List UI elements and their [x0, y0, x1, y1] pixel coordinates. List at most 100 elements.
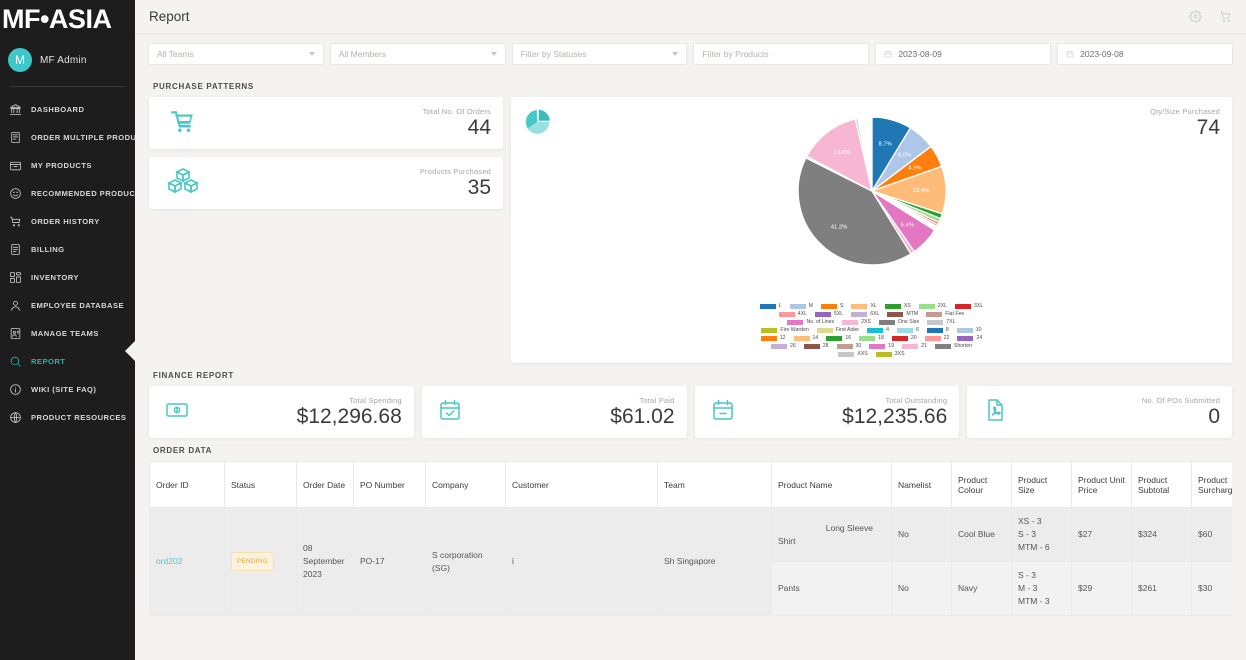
gear-icon[interactable] — [1188, 10, 1202, 24]
sidebar-nav: DASHBOARD ORDER MULTIPLE PRODUCTS MY PRODU… — [0, 95, 135, 431]
legend-item[interactable]: XXS — [838, 351, 868, 357]
sidebar-item-label: WIKI (SITE FAQ) — [31, 384, 97, 394]
legend-label: 10 — [975, 327, 982, 333]
legend-label: L — [778, 303, 782, 309]
sidebar-item-recommended-products[interactable]: RECOMMENDED PRODUCTS — [0, 179, 135, 207]
legend-item[interactable]: L — [759, 303, 782, 309]
subtotal-cell: $261 — [1131, 561, 1192, 616]
total-orders-card: Total No. Of Orders 44 — [149, 97, 503, 149]
finance-card-label: No. Of POs Submitted — [1141, 395, 1220, 405]
legend-item[interactable]: 24 — [957, 335, 982, 341]
legend-item[interactable]: 4 — [867, 327, 889, 333]
legend-item[interactable]: 26 — [770, 343, 796, 349]
sidebar-item-wiki-site-faq[interactable]: WIKI (SITE FAQ) — [0, 375, 135, 403]
sidebar-item-billing[interactable]: BILLING — [0, 235, 135, 263]
user-profile[interactable]: M MF Admin — [0, 34, 135, 86]
product-colour-cell: Navy — [951, 561, 1012, 616]
column-header[interactable]: Product Colour — [951, 461, 1012, 508]
legend-item[interactable]: 2XL — [918, 303, 947, 309]
sidebar-item-employee-database[interactable]: EMPLOYEE DATABASE — [0, 291, 135, 319]
date-to-field[interactable]: 2023-09-08 — [1057, 43, 1233, 65]
products-filter[interactable]: Filter by Products — [693, 43, 870, 65]
legend-item[interactable]: Shorten — [934, 343, 972, 349]
sidebar-item-order-history[interactable]: ORDER HISTORY — [0, 207, 135, 235]
legend-item[interactable]: 6XL — [851, 311, 879, 317]
legend-item[interactable]: S — [821, 303, 843, 309]
order-id-cell[interactable]: ord202 — [149, 507, 225, 616]
legend-item[interactable]: 16 — [826, 335, 851, 341]
order-data-table-wrap[interactable]: Order ID Status Order Date PO Number Company… — [149, 461, 1232, 616]
search-icon — [8, 354, 22, 368]
finance-card-value: $12,235.66 — [842, 404, 948, 428]
total-orders-label: Total No. Of Orders — [422, 106, 491, 116]
legend-item[interactable]: 18 — [859, 335, 884, 341]
sidebar: MF•ASIA M MF Admin DASHBOARD ORDER MULTIP… — [0, 0, 135, 660]
legend-item[interactable]: XS — [884, 303, 911, 309]
legend-item[interactable]: M — [789, 303, 813, 309]
column-header[interactable]: Order Date — [296, 461, 354, 508]
column-header[interactable]: Status — [224, 461, 297, 508]
column-header[interactable]: Product Unit Price — [1071, 461, 1132, 508]
legend-item[interactable]: 3XL — [954, 303, 983, 309]
legend-row: No. of Lines 2XS One Size 7XL — [626, 319, 1117, 325]
legend-item[interactable]: 2XS — [842, 319, 871, 325]
column-header[interactable]: Product Name — [771, 461, 892, 508]
legend-item[interactable]: 12 — [760, 335, 786, 341]
legend-item[interactable]: No. of Lines — [787, 319, 834, 325]
legend-item[interactable]: 21 — [902, 343, 927, 349]
legend-item[interactable]: 20 — [891, 335, 917, 341]
legend-item[interactable]: MTM — [887, 311, 918, 317]
date-from-field[interactable]: 2023-08-09 — [875, 43, 1052, 65]
sidebar-item-label: MANAGE TEAMS — [31, 328, 99, 338]
legend-item[interactable]: One Size — [878, 319, 919, 325]
sidebar-item-order-multiple-products[interactable]: ORDER MULTIPLE PRODUCTS — [0, 123, 135, 151]
sidebar-item-label: PRODUCT RESOURCES — [31, 412, 127, 422]
column-header[interactable]: Team — [657, 461, 772, 508]
legend-swatch — [918, 303, 935, 309]
sidebar-item-report[interactable]: REPORT — [0, 347, 135, 375]
legend-item[interactable]: 4XL — [778, 311, 807, 317]
legend-item[interactable]: Fire Warden — [761, 327, 809, 333]
legend-item[interactable]: 30 — [836, 343, 861, 349]
legend-item[interactable]: 5XL — [814, 311, 843, 317]
team-filter[interactable]: All Teams — [148, 43, 324, 65]
column-header[interactable]: Customer — [505, 461, 658, 508]
sidebar-item-manage-teams[interactable]: MANAGE TEAMS — [0, 319, 135, 347]
finance-card-no-of-pos-submitted: No. Of POs Submitted 0 — [967, 386, 1232, 438]
member-filter[interactable]: All Members — [329, 43, 506, 65]
sidebar-item-my-products[interactable]: MY PRODUCTS — [0, 151, 135, 179]
pie-chart-svg[interactable]: 8.7% 6.0% 4.9% 10.4% 6.4% 41.2% 13.6% — [788, 107, 956, 275]
smiley-icon — [8, 186, 22, 200]
sidebar-item-dashboard[interactable]: DASHBOARD — [0, 95, 135, 123]
legend-item[interactable]: Flat Fee — [926, 311, 964, 317]
legend-item[interactable]: 28 — [803, 343, 829, 349]
legend-item[interactable]: XL — [851, 303, 877, 309]
status-filter[interactable]: Filter by Statuses — [511, 43, 688, 65]
column-header[interactable]: PO Number — [353, 461, 426, 508]
sidebar-item-inventory[interactable]: INVENTORY — [0, 263, 135, 291]
column-header[interactable]: Company — [425, 461, 506, 508]
legend-item[interactable]: 6 — [897, 327, 919, 333]
sidebar-item-product-resources[interactable]: PRODUCT RESOURCES — [0, 403, 135, 431]
legend-swatch — [821, 303, 837, 309]
legend-item[interactable]: 3XS — [875, 351, 905, 357]
legend-item[interactable]: 19 — [869, 343, 894, 349]
column-header[interactable]: Order ID — [149, 461, 225, 508]
legend-item[interactable]: 14 — [793, 335, 818, 341]
legend-item[interactable]: 10 — [956, 327, 982, 333]
legend-item[interactable]: 7XL — [927, 319, 956, 325]
column-header[interactable]: Product Size — [1011, 461, 1072, 508]
legend-item[interactable]: 22 — [924, 335, 949, 341]
table-row[interactable]: ord202 PENDING 08 September 2023 PO-17 S cor… — [149, 507, 1232, 616]
order-id-link[interactable]: ord202 — [156, 556, 182, 566]
sidebar-item-label: RECOMMENDED PRODUCTS — [31, 188, 135, 198]
legend-item[interactable]: First Aider — [816, 327, 859, 333]
product-name-cell: Long Sleeve Shirt — [771, 507, 892, 562]
column-header[interactable]: Product Subtotal — [1131, 461, 1192, 508]
pie-chart[interactable]: 8.7% 6.0% 4.9% 10.4% 6.4% 41.2% 13.6% — [511, 107, 1232, 275]
cart-icon[interactable] — [1218, 10, 1232, 24]
column-header[interactable]: Namelist — [891, 461, 952, 508]
finance-card-total-paid: Total Paid $61.02 — [421, 386, 687, 438]
column-header[interactable]: Product Surcharge — [1191, 461, 1232, 508]
legend-item[interactable]: 8 — [926, 327, 949, 333]
